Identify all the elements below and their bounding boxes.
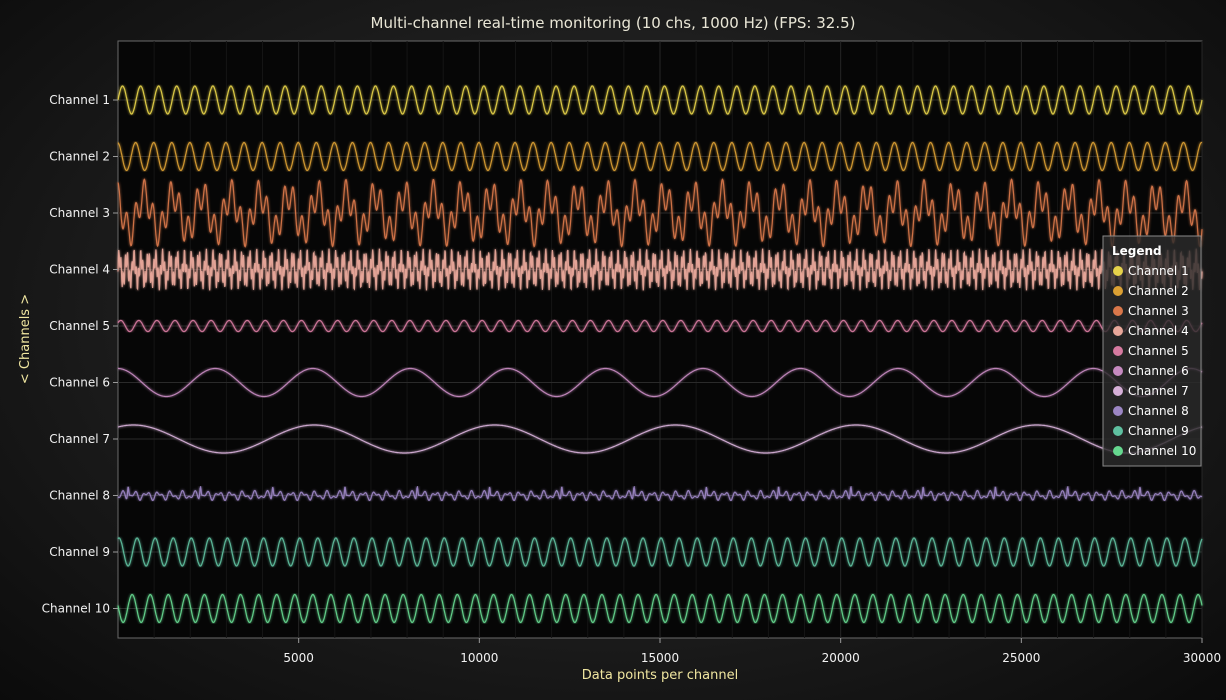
legend-item-label: Channel 5 — [1128, 344, 1189, 358]
legend-marker — [1113, 426, 1123, 436]
y-tick-label: Channel 9 — [49, 545, 110, 559]
legend-title: Legend — [1112, 244, 1162, 258]
y-tick-label: Channel 10 — [42, 602, 110, 616]
x-tick-label: 30000 — [1183, 651, 1221, 665]
x-tick-label: 25000 — [1002, 651, 1040, 665]
legend-item-label: Channel 3 — [1128, 304, 1189, 318]
y-tick-label: Channel 2 — [49, 150, 110, 164]
x-tick-label: 15000 — [641, 651, 679, 665]
y-tick-label: Channel 6 — [49, 376, 110, 390]
chart-title: Multi-channel real-time monitoring (10 c… — [371, 14, 856, 32]
y-tick-label: Channel 5 — [49, 319, 110, 333]
legend-item-label: Channel 8 — [1128, 404, 1189, 418]
y-tick-label: Channel 4 — [49, 263, 110, 277]
legend-marker — [1113, 286, 1123, 296]
legend-item-label: Channel 9 — [1128, 424, 1189, 438]
x-tick-label: 5000 — [283, 651, 314, 665]
legend-marker — [1113, 366, 1123, 376]
y-tick-label: Channel 8 — [49, 489, 110, 503]
chart: 5000 10000 15000 20000 25000 30000 Channel 1 Ch… — [18, 14, 1221, 683]
x-axis-title: Data points per channel — [582, 668, 738, 683]
y-tick-label: Channel 7 — [49, 432, 110, 446]
legend: Legend Channel 1 Channel 2 Channel 3 Channe… — [1102, 235, 1202, 467]
y-axis-title: < Channels > — [18, 294, 33, 384]
legend-marker — [1113, 346, 1123, 356]
legend-item-label: Channel 10 — [1128, 444, 1196, 458]
legend-item-label: Channel 7 — [1128, 384, 1189, 398]
legend-item-label: Channel 4 — [1128, 324, 1189, 338]
x-tick-label: 10000 — [460, 651, 498, 665]
legend-marker — [1113, 386, 1123, 396]
legend-item-label: Channel 2 — [1128, 284, 1189, 298]
legend-marker — [1113, 326, 1123, 336]
legend-item-label: Channel 6 — [1128, 364, 1189, 378]
legend-marker — [1113, 266, 1123, 276]
legend-item-label: Channel 1 — [1128, 264, 1189, 278]
x-tick-label: 20000 — [822, 651, 860, 665]
legend-marker — [1113, 306, 1123, 316]
legend-marker — [1113, 406, 1123, 416]
y-tick-label: Channel 3 — [49, 206, 110, 220]
y-tick-label: Channel 1 — [49, 93, 110, 107]
legend-marker — [1113, 446, 1123, 456]
